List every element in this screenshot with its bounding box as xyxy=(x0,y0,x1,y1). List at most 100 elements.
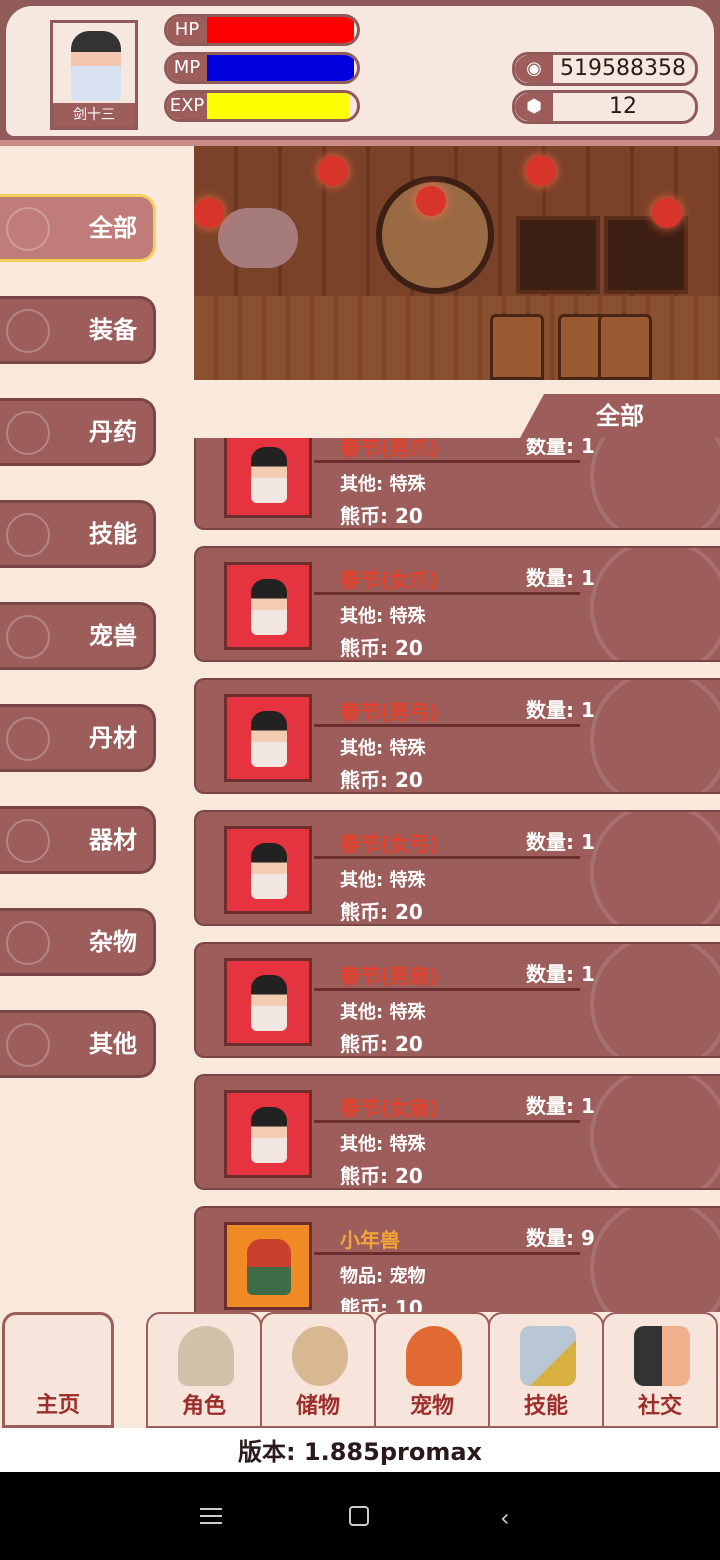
gem-icon: ⬢ xyxy=(515,93,553,121)
hexagram-icon xyxy=(6,207,50,251)
item-type: 其他: 特殊 xyxy=(340,738,426,759)
item-type: 其他: 特殊 xyxy=(340,1134,426,1155)
sidebar-item-materials[interactable]: 器材 xyxy=(0,806,156,874)
player-name: 剑十三 xyxy=(53,103,135,127)
bag-icon xyxy=(292,1326,348,1386)
bonsai-icon xyxy=(218,208,298,268)
star-emblem-icon xyxy=(590,812,720,924)
character-icon xyxy=(251,579,287,635)
star-emblem-icon xyxy=(590,680,720,792)
nav-storage-button[interactable]: 储物 xyxy=(260,1312,376,1428)
item-title: 春节(男爪) xyxy=(340,438,439,460)
item-price: 熊币: 20 xyxy=(340,636,423,660)
lantern-icon xyxy=(416,186,446,216)
sidebar-item-all[interactable]: 全部 xyxy=(0,194,156,262)
nav-label: 宠物 xyxy=(409,1394,454,1419)
item-price: 熊币: 20 xyxy=(340,1032,423,1056)
sidebar-item-label: 其他 xyxy=(89,1030,137,1058)
item-title: 小年兽 xyxy=(340,1228,400,1252)
hexagram-icon xyxy=(6,411,50,455)
sidebar-item-other[interactable]: 其他 xyxy=(0,1010,156,1078)
list-item[interactable]: 春节(女扇) 数量: 1 其他: 特殊 熊币: 20 xyxy=(194,1074,720,1190)
sidebar-item-label: 技能 xyxy=(89,520,137,548)
coin-icon: ◉ xyxy=(515,55,553,83)
item-thumbnail xyxy=(224,958,312,1046)
exp-fill xyxy=(207,93,350,119)
item-price: 熊币: 20 xyxy=(340,1164,423,1188)
item-title: 春节(男弓) xyxy=(340,700,439,724)
current-category-tab[interactable]: 全部 xyxy=(520,394,720,438)
sidebar-item-ingredients[interactable]: 丹材 xyxy=(0,704,156,772)
star-emblem-icon xyxy=(590,944,720,1056)
item-thumbnail xyxy=(224,438,312,518)
list-item[interactable]: 小年兽 数量: 9 物品: 宠物 熊币: 10 xyxy=(194,1206,720,1312)
nav-home-button[interactable]: 主页 xyxy=(2,1312,114,1428)
list-item[interactable]: 春节(女弓) 数量: 1 其他: 特殊 熊币: 20 xyxy=(194,810,720,926)
sidebar-item-label: 宠兽 xyxy=(89,622,137,650)
mp-label: MP xyxy=(167,55,207,81)
fox-icon xyxy=(406,1326,462,1386)
nav-label: 角色 xyxy=(181,1394,226,1419)
item-quantity: 数量: 1 xyxy=(526,698,595,722)
item-type: 其他: 特殊 xyxy=(340,474,426,495)
star-emblem-icon xyxy=(590,1076,720,1188)
list-item[interactable]: 春节(男弓) 数量: 1 其他: 特殊 熊币: 20 xyxy=(194,678,720,794)
list-item[interactable]: 春节(女爪) 数量: 1 其他: 特殊 熊币: 20 xyxy=(194,546,720,662)
list-item[interactable]: 春节(男扇) 数量: 1 其他: 特殊 熊币: 20 xyxy=(194,942,720,1058)
sidebar-item-pets[interactable]: 宠兽 xyxy=(0,602,156,670)
stool xyxy=(490,314,544,380)
sidebar-item-misc[interactable]: 杂物 xyxy=(0,908,156,976)
item-quantity: 数量: 1 xyxy=(526,438,595,458)
divider xyxy=(314,592,580,595)
item-list[interactable]: 春节(男爪) 数量: 1 其他: 特殊 熊币: 20 春节(女爪) 数量: 1 … xyxy=(194,438,720,1312)
hexagram-icon xyxy=(6,615,50,659)
hexagram-icon xyxy=(6,819,50,863)
player-avatar[interactable]: 剑十三 xyxy=(50,20,138,130)
character-icon xyxy=(251,1107,287,1163)
item-quantity: 数量: 1 xyxy=(526,962,595,986)
nav-label: 储物 xyxy=(295,1394,340,1419)
sidebar-item-equipment[interactable]: 装备 xyxy=(0,296,156,364)
hp-label: HP xyxy=(167,17,207,43)
lantern-icon xyxy=(318,156,348,186)
gem-counter: ⬢ 12 xyxy=(512,90,698,124)
avatar-figure-icon xyxy=(71,31,121,101)
system-nav-bar: ‹ xyxy=(0,1472,720,1560)
item-thumbnail xyxy=(224,1222,312,1310)
nav-social-button[interactable]: 社交 xyxy=(602,1312,718,1428)
item-thumbnail xyxy=(224,562,312,650)
hexagram-icon xyxy=(6,717,50,761)
item-price: 熊币: 20 xyxy=(340,768,423,792)
item-quantity: 数量: 1 xyxy=(526,830,595,854)
sidebar-item-label: 丹材 xyxy=(89,724,137,752)
shop-scene xyxy=(194,146,720,380)
sidebar-item-pills[interactable]: 丹药 xyxy=(0,398,156,466)
nav-skill-button[interactable]: 技能 xyxy=(488,1312,604,1428)
lantern-icon xyxy=(526,156,556,186)
stool xyxy=(598,314,652,380)
star-emblem-icon xyxy=(590,548,720,660)
status-panel: 剑十三 HP MP EXP ◉ 519588358 ⬢ 12 xyxy=(6,6,714,136)
divider xyxy=(314,856,580,859)
item-thumbnail xyxy=(224,826,312,914)
sidebar-item-label: 丹药 xyxy=(89,418,137,446)
sidebar-item-label: 器材 xyxy=(89,826,137,854)
scroll-shelf xyxy=(604,216,688,294)
home-square-icon[interactable] xyxy=(349,1506,369,1526)
nav-pet-button[interactable]: 宠物 xyxy=(374,1312,490,1428)
item-quantity: 数量: 9 xyxy=(526,1226,595,1250)
divider xyxy=(314,1252,580,1255)
list-item[interactable]: 春节(男爪) 数量: 1 其他: 特殊 熊币: 20 xyxy=(194,438,720,530)
menu-icon[interactable] xyxy=(200,1508,222,1524)
item-title: 春节(女弓) xyxy=(340,832,439,856)
nav-character-button[interactable]: 角色 xyxy=(146,1312,262,1428)
item-title: 春节(女扇) xyxy=(340,1096,439,1120)
version-text: 版本: 1.885promax xyxy=(237,1438,483,1466)
sidebar-item-skills[interactable]: 技能 xyxy=(0,500,156,568)
back-chevron-icon[interactable]: ‹ xyxy=(500,1506,510,1530)
item-type: 物品: 宠物 xyxy=(340,1266,426,1287)
handshake-icon xyxy=(634,1326,690,1386)
item-thumbnail xyxy=(224,1090,312,1178)
gem-value: 12 xyxy=(609,94,637,119)
hexagram-icon xyxy=(6,513,50,557)
